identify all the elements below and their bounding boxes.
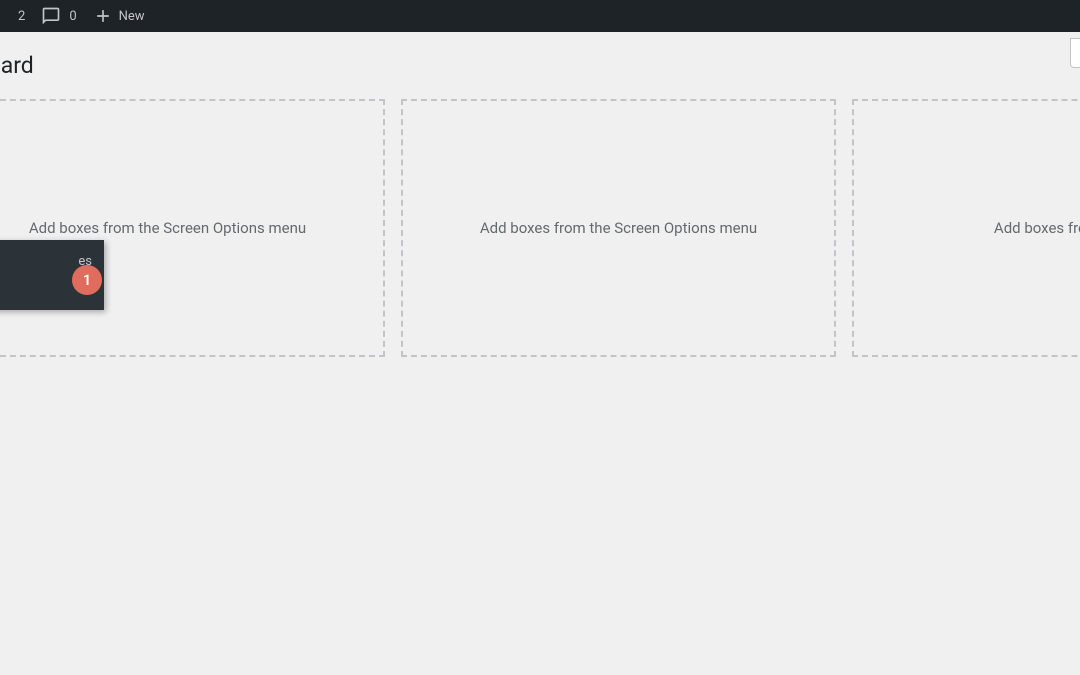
admin-bar-updates[interactable]: 2 xyxy=(8,0,33,32)
widget-placeholder-3[interactable]: Add boxes from the Sc xyxy=(852,99,1080,357)
annotation-number: 1 xyxy=(83,271,92,289)
dashboard-widgets: Add boxes from the Screen Options menu A… xyxy=(0,99,1080,357)
comment-icon xyxy=(41,6,61,26)
updates-count: 2 xyxy=(18,9,25,24)
new-label: New xyxy=(119,9,145,24)
page-title: hboard xyxy=(0,32,1080,99)
comments-count: 0 xyxy=(69,9,76,24)
placeholder-text: Add boxes from the Screen Options menu xyxy=(480,219,757,237)
admin-bar-comments[interactable]: 0 xyxy=(33,0,84,32)
content-area: hboard Add boxes from the Screen Options… xyxy=(0,32,1080,357)
placeholder-text: Add boxes from the Sc xyxy=(994,219,1080,237)
placeholder-text: Add boxes from the Screen Options menu xyxy=(29,219,306,237)
admin-bar-new[interactable]: New xyxy=(85,0,153,32)
widget-placeholder-1[interactable]: Add boxes from the Screen Options menu xyxy=(0,99,385,357)
plus-icon xyxy=(93,6,113,26)
admin-bar: 2 0 New xyxy=(0,0,1080,32)
annotation-badge: 1 xyxy=(72,265,102,295)
widget-placeholder-2[interactable]: Add boxes from the Screen Options menu xyxy=(401,99,836,357)
screen-options-tab-edge[interactable] xyxy=(1070,38,1080,68)
